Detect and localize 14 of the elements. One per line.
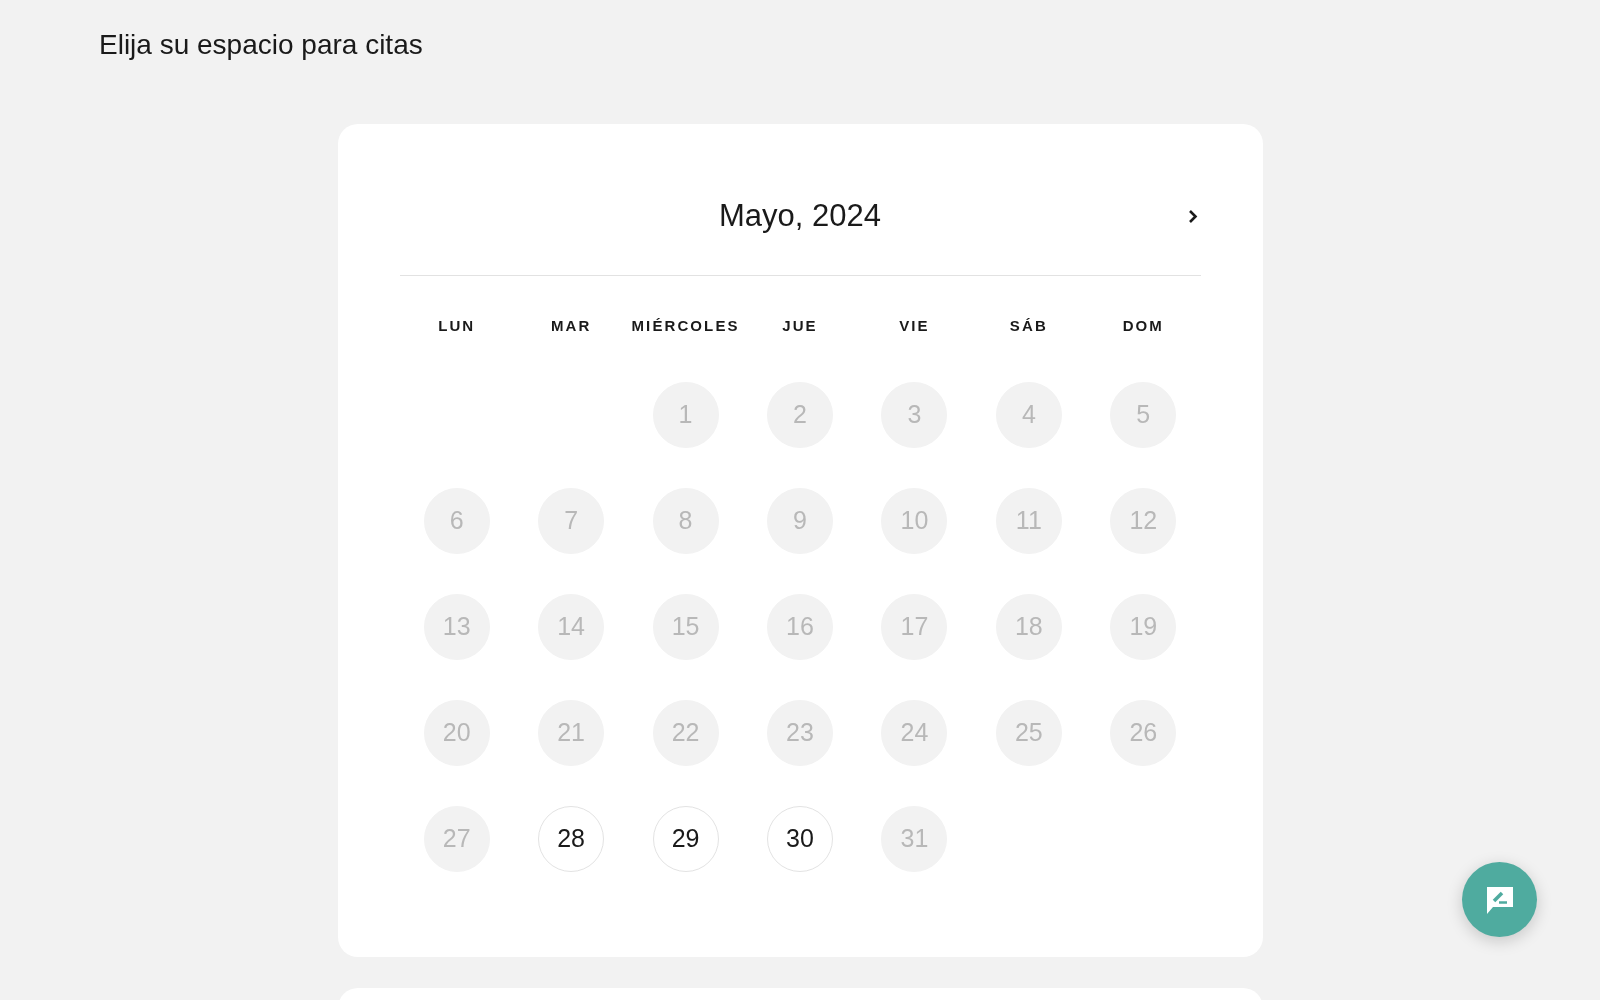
weekday-label: SÁB xyxy=(1009,316,1048,336)
weekday-label: MAR xyxy=(550,316,592,336)
weekday-label: MIÉRCOLES xyxy=(631,316,740,336)
weekday-label: DOM xyxy=(1122,316,1164,336)
day-button[interactable]: 28 xyxy=(538,806,605,872)
chevron-right-icon xyxy=(1187,208,1198,224)
month-label: Mayo, 2024 xyxy=(719,197,881,235)
day-button[interactable]: 30 xyxy=(767,806,833,872)
feedback-button[interactable] xyxy=(1462,862,1537,937)
weekday-label: JUE xyxy=(782,316,818,336)
weekday-label: VIE xyxy=(899,316,930,336)
day-button[interactable]: 29 xyxy=(652,806,719,872)
page-title: Elija su espacio para citas xyxy=(99,28,423,62)
weekday-label: LUN xyxy=(438,316,476,336)
